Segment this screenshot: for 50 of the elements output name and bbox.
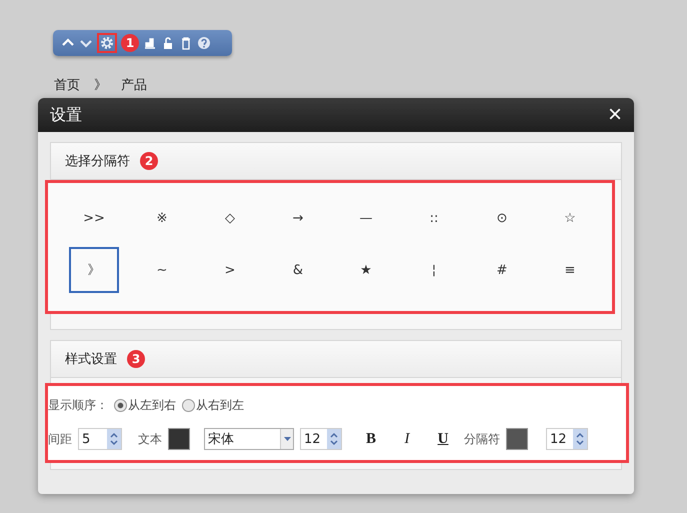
trash-icon[interactable]	[179, 36, 193, 50]
spacing-label: 间距	[48, 430, 72, 448]
separator-option[interactable]: →	[273, 195, 323, 241]
separator-option[interactable]: >	[205, 247, 255, 293]
font-select[interactable]: 宋体	[204, 428, 294, 450]
separator-option[interactable]: ※	[137, 195, 187, 241]
italic-button[interactable]: I	[392, 430, 422, 448]
annotation-badge: 3	[127, 350, 145, 368]
settings-icon[interactable]	[100, 36, 114, 50]
spinner-arrows-icon[interactable]	[110, 432, 118, 446]
separator-option[interactable]: ≡	[545, 247, 595, 293]
section-title: 样式设置	[65, 351, 117, 368]
separator-size-spinner[interactable]: 12	[546, 428, 588, 450]
section-title: 选择分隔符	[65, 153, 130, 170]
separator-option[interactable]: &	[273, 247, 323, 293]
separator-option[interactable]: ⊙	[477, 195, 527, 241]
order-radio[interactable]: 从左到右	[114, 396, 176, 414]
order-radio[interactable]: 从右到左	[182, 396, 244, 414]
font-size-spinner[interactable]: 12	[300, 428, 342, 450]
separator-option[interactable]: ★	[341, 247, 391, 293]
separator-option[interactable]: ☆	[545, 195, 595, 241]
separator-option[interactable]: >>	[69, 195, 119, 241]
separator-option[interactable]: ::	[409, 195, 459, 241]
separator-option[interactable]: ¦	[409, 247, 459, 293]
separator-color-label: 分隔符	[464, 430, 500, 448]
spinner-arrows-icon[interactable]	[330, 432, 338, 446]
separator-color-swatch[interactable]	[506, 428, 528, 450]
spacing-spinner[interactable]: 5	[78, 428, 122, 450]
separator-option[interactable]: ◇	[205, 195, 255, 241]
text-color-label: 文本	[138, 430, 162, 448]
underline-button[interactable]: U	[428, 430, 458, 448]
separator-option[interactable]: ~	[137, 247, 187, 293]
breadcrumb-item: 》	[94, 77, 107, 90]
annotation-badge: 2	[140, 152, 158, 170]
bold-button[interactable]: B	[356, 430, 386, 448]
help-icon[interactable]	[197, 36, 211, 50]
spinner-arrows-icon[interactable]	[576, 432, 584, 446]
dialog-title: 设置	[50, 104, 82, 126]
annotation-badge: 1	[121, 34, 139, 52]
breadcrumb-item: 产品	[121, 77, 147, 90]
unlock-icon[interactable]	[161, 36, 175, 50]
separator-option[interactable]: #	[477, 247, 527, 293]
separator-option[interactable]: 》	[69, 247, 119, 293]
separator-option[interactable]: —	[341, 195, 391, 241]
order-label: 显示顺序：	[48, 396, 108, 414]
breadcrumb-item: 首页	[54, 77, 80, 90]
close-button[interactable]: ×	[608, 103, 622, 127]
text-color-swatch[interactable]	[168, 428, 190, 450]
caret-icon	[284, 437, 290, 441]
bar-chart-icon[interactable]	[143, 36, 157, 50]
